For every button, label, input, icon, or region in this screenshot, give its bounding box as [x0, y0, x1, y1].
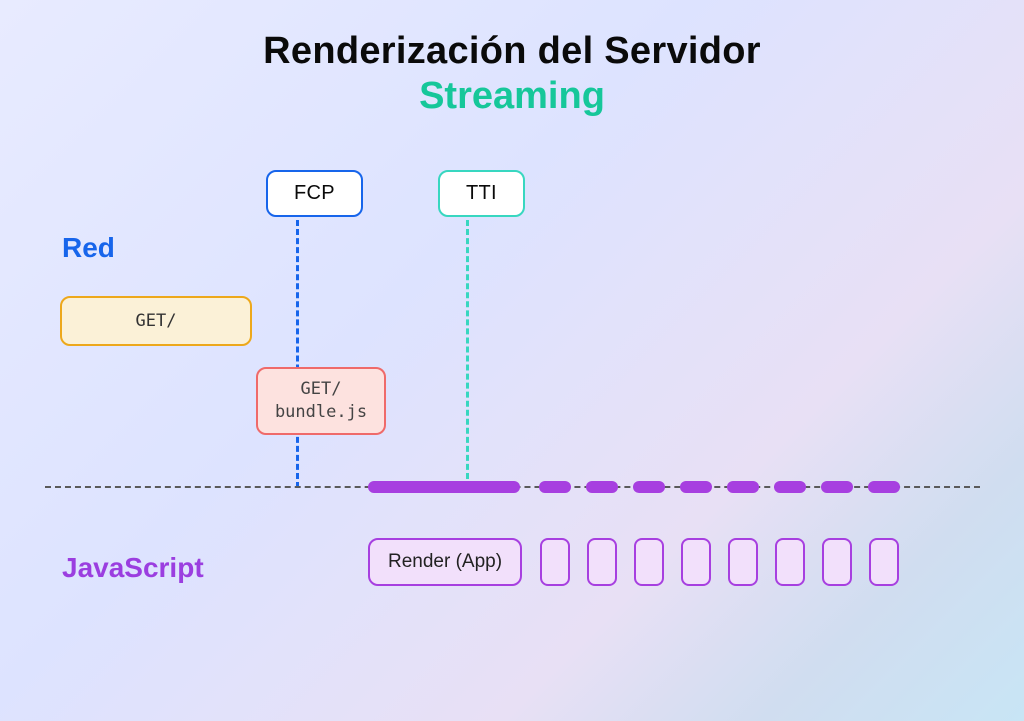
get-bundle-line1: GET/	[301, 378, 342, 401]
page-title: Renderización del Servidor	[0, 30, 1024, 73]
stream-chunk	[634, 538, 664, 586]
network-get-bundle: GET/ bundle.js	[256, 367, 386, 435]
stream-chunk	[681, 538, 711, 586]
fcp-marker-line	[296, 220, 299, 488]
stream-chunk	[587, 538, 617, 586]
stream-chunk	[775, 538, 805, 586]
stream-chunk	[728, 538, 758, 586]
stream-chunk-bar	[680, 481, 712, 493]
stream-chunk	[869, 538, 899, 586]
fcp-badge: FCP	[266, 170, 363, 217]
render-span-bar	[368, 481, 520, 493]
stream-chunk-bar	[821, 481, 853, 493]
stream-chunk	[822, 538, 852, 586]
page-subtitle: Streaming	[0, 75, 1024, 118]
stream-chunk-bar	[727, 481, 759, 493]
stream-chunk	[540, 538, 570, 586]
stream-chunk-bar	[539, 481, 571, 493]
stream-chunk-bar	[868, 481, 900, 493]
tti-marker-line	[466, 220, 469, 488]
stream-chunk-bar	[586, 481, 618, 493]
javascript-section-label: JavaScript	[62, 552, 204, 584]
network-get-root: GET/	[60, 296, 252, 346]
render-app-box: Render (App)	[368, 538, 522, 586]
network-section-label: Red	[62, 232, 115, 264]
stream-chunk-bar	[633, 481, 665, 493]
get-bundle-line2: bundle.js	[275, 401, 367, 424]
tti-badge: TTI	[438, 170, 525, 217]
stream-chunk-bar	[774, 481, 806, 493]
